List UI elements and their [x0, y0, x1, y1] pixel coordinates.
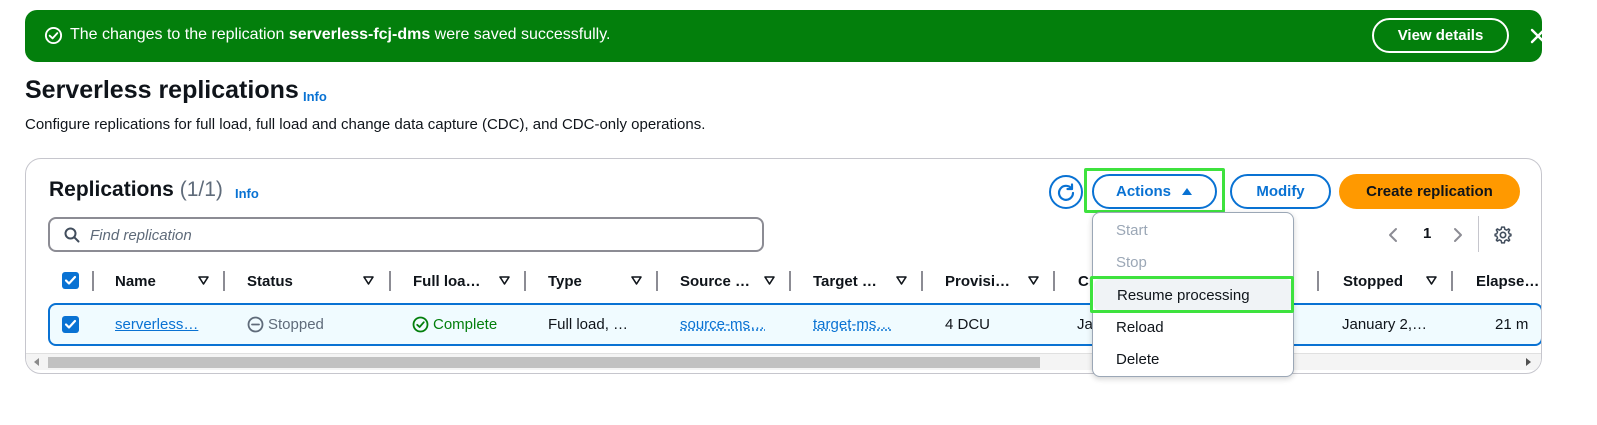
table-title: Replications (1/1)	[49, 178, 223, 201]
horizontal-scrollbar[interactable]	[26, 353, 1541, 370]
caret-up-icon	[1182, 188, 1192, 195]
pager-divider	[1478, 216, 1479, 252]
gear-icon[interactable]	[1493, 225, 1513, 245]
sort-icon[interactable]	[896, 276, 907, 285]
column-header-stopped[interactable]: Stopped	[1343, 267, 1423, 295]
scrollbar-thumb[interactable]	[48, 357, 1040, 368]
status-cell: Stopped	[247, 316, 324, 333]
column-header-source[interactable]: Source …	[680, 267, 758, 295]
checkmark-icon	[64, 275, 77, 285]
menu-item-start[interactable]: Start	[1093, 214, 1293, 246]
menu-item-reload[interactable]: Reload	[1093, 311, 1293, 343]
column-divider	[921, 271, 923, 291]
column-header-type[interactable]: Type	[548, 267, 628, 295]
scroll-right-arrow-icon[interactable]	[1526, 358, 1531, 366]
column-divider	[1053, 271, 1055, 291]
table-info-link[interactable]: Info	[235, 186, 259, 201]
success-check-icon	[44, 26, 63, 45]
created-cell: Ja	[1077, 316, 1093, 333]
page-description: Configure replications for full load, fu…	[25, 116, 706, 133]
column-divider	[524, 271, 526, 291]
sort-icon[interactable]	[764, 276, 775, 285]
sort-icon[interactable]	[499, 276, 510, 285]
column-header-elapsed[interactable]: Elapse…	[1476, 267, 1541, 295]
column-header-status[interactable]: Status	[247, 267, 347, 295]
column-header-provisioned[interactable]: Provisi…	[945, 267, 1020, 295]
column-divider	[223, 271, 225, 291]
column-divider	[1451, 271, 1453, 291]
table-header: Name Status Full loa… Type Source … Targ…	[26, 267, 1541, 295]
chevron-right-icon[interactable]	[1451, 227, 1465, 243]
close-icon[interactable]	[1529, 27, 1547, 45]
search-field[interactable]	[48, 217, 764, 252]
stopped-icon	[247, 316, 264, 333]
actions-dropdown-button[interactable]: Actions	[1092, 174, 1217, 209]
stopped-cell: January 2,…	[1342, 316, 1428, 333]
menu-item-resume-processing[interactable]: Resume processing	[1094, 279, 1292, 311]
scroll-left-arrow-icon[interactable]	[34, 358, 39, 366]
source-endpoint-link[interactable]: source-ms…	[680, 316, 765, 333]
view-details-button[interactable]: View details	[1372, 18, 1509, 53]
pagination: 1	[1386, 223, 1496, 247]
replications-table-container: Replications (1/1) Info Actions Modify C…	[25, 158, 1542, 374]
provisioned-capacity-cell: 4 DCU	[945, 316, 991, 333]
column-divider	[92, 271, 94, 291]
refresh-button[interactable]	[1049, 175, 1083, 209]
page-title: Serverless replications	[25, 76, 299, 104]
sort-icon[interactable]	[198, 276, 209, 285]
create-replication-button[interactable]: Create replication	[1339, 174, 1520, 209]
table-count: (1/1)	[179, 178, 223, 201]
column-divider	[789, 271, 791, 291]
menu-item-delete[interactable]: Delete	[1093, 343, 1293, 375]
sort-icon[interactable]	[631, 276, 642, 285]
search-input[interactable]	[90, 225, 750, 245]
full-load-cell: Complete	[412, 316, 497, 333]
chevron-left-icon[interactable]	[1386, 227, 1400, 243]
column-header-name[interactable]: Name	[115, 267, 190, 295]
sort-icon[interactable]	[1426, 276, 1437, 285]
refresh-icon	[1057, 183, 1075, 201]
flash-message: The changes to the replication serverles…	[70, 26, 611, 43]
search-icon	[64, 227, 80, 243]
page-info-link[interactable]: Info	[303, 89, 327, 104]
sort-icon[interactable]	[363, 276, 374, 285]
flash-replication-name: serverless-fcj-dms	[288, 26, 431, 43]
row-select-checkbox[interactable]	[62, 316, 79, 333]
replication-name-link[interactable]: serverless…	[115, 316, 198, 333]
modify-button[interactable]: Modify	[1230, 174, 1331, 209]
checkmark-icon	[64, 319, 77, 329]
success-check-icon	[412, 316, 429, 333]
actions-label: Actions	[1115, 183, 1171, 200]
actions-dropdown-menu: Start Stop Resume processing Reload Dele…	[1092, 212, 1294, 377]
menu-item-stop[interactable]: Stop	[1093, 246, 1293, 278]
column-header-target[interactable]: Target …	[813, 267, 888, 295]
type-cell: Full load, …	[548, 316, 629, 333]
elapsed-cell: 21 m	[1495, 316, 1529, 333]
select-all-checkbox[interactable]	[62, 272, 79, 289]
table-row[interactable]: serverless… Stopped Complete Full load, …	[48, 303, 1541, 346]
sort-icon[interactable]	[1028, 276, 1039, 285]
column-divider	[656, 271, 658, 291]
target-endpoint-link[interactable]: target-ms…	[813, 316, 891, 333]
column-divider	[389, 271, 391, 291]
column-header-full-load[interactable]: Full loa…	[413, 267, 493, 295]
column-divider	[1317, 271, 1319, 291]
success-flash-banner: The changes to the replication serverles…	[25, 10, 1546, 62]
current-page-number[interactable]: 1	[1423, 225, 1431, 242]
